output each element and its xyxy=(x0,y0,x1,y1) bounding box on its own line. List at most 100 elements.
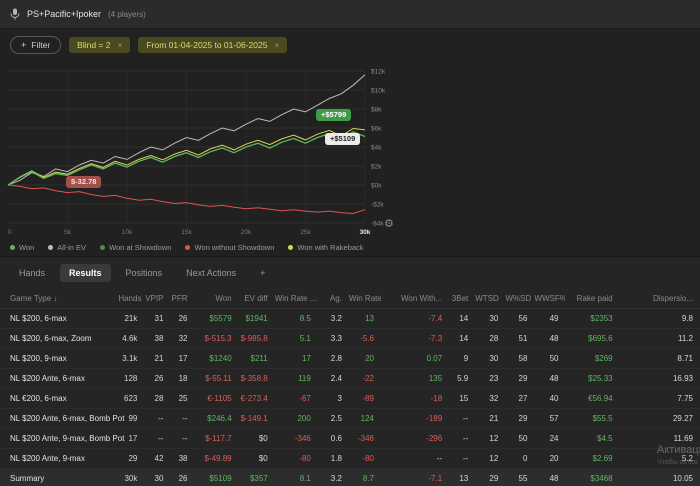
stat-cell: $25.33 xyxy=(565,368,620,389)
chip-close-icon[interactable]: × xyxy=(274,40,279,50)
filter-chip-blind[interactable]: Blind = 2 × xyxy=(69,37,131,53)
y-axis-label: $0k xyxy=(371,183,382,190)
legend-item[interactable]: Won without Showdown xyxy=(185,243,274,252)
tab-results[interactable]: Results xyxy=(60,264,111,282)
chart-value-badge: $-32.78 xyxy=(66,176,102,188)
stat-cell: 32 xyxy=(475,388,506,409)
stat-cell: -18 xyxy=(381,388,450,409)
stat-cell: -7.4 xyxy=(381,308,450,329)
stat-cell: 50 xyxy=(505,428,535,449)
chip-close-icon[interactable]: × xyxy=(117,40,122,50)
stat-cell: $5579 xyxy=(194,308,239,329)
mic-icon xyxy=(10,8,20,21)
column-header[interactable]: 3Bet xyxy=(449,289,476,309)
game-type-cell: NL $200 Ante, 6-max, Bomb Pot xyxy=(0,408,124,429)
legend-item[interactable]: Won with Rakeback xyxy=(288,243,364,252)
stat-cell: 49 xyxy=(534,308,566,329)
stat-cell: 8.71 xyxy=(619,348,700,369)
stat-cell: $-55.11 xyxy=(194,368,239,389)
stat-cell: 28 xyxy=(475,328,506,349)
column-header[interactable]: VPIP xyxy=(144,289,171,309)
tab-positions[interactable]: Positions xyxy=(117,264,172,282)
column-header[interactable]: Win Rate ... xyxy=(274,289,318,309)
chip-label: Blind = 2 xyxy=(77,40,111,50)
stat-cell: -- xyxy=(449,448,476,469)
stat-cell: -80 xyxy=(274,448,318,469)
stat-cell: $-149.1 xyxy=(238,408,275,429)
stat-cell: 29 xyxy=(505,408,535,429)
column-header[interactable]: Rake paid xyxy=(565,289,620,309)
add-filter-button[interactable]: + Filter xyxy=(10,36,62,54)
stat-cell: 29.27 xyxy=(619,408,700,429)
stat-cell: -7.3 xyxy=(381,328,450,349)
column-header[interactable]: Won xyxy=(194,289,239,309)
stat-cell: $357 xyxy=(238,468,275,486)
table-row[interactable]: NL $200 Ante, 9-max, Bomb Pot 17 -- -- $-117… xyxy=(0,428,700,449)
tab-hands[interactable]: Hands xyxy=(10,264,54,282)
stat-cell: 21 xyxy=(475,408,506,429)
game-type-cell: NL $200, 6-max, Zoom xyxy=(0,328,119,349)
table-row[interactable]: NL $200, 6-max, Zoom 4.6k 38 32 $-515.3 $-985… xyxy=(0,328,700,349)
stat-cell: -- xyxy=(381,448,450,469)
column-header[interactable]: Hands xyxy=(118,289,145,309)
add-tab-button[interactable]: + xyxy=(251,264,274,282)
winnings-chart-svg[interactable]: $12k $10k $8k $6k $4k $2k $0k -$2k -$4k 0 5k 10k 15k… xyxy=(0,61,420,239)
stat-cell: 18 xyxy=(170,368,195,389)
table-row[interactable]: NL $200 Ante, 6-max, Bomb Pot 99 -- -- $246.… xyxy=(0,408,700,429)
table-row[interactable]: NL $200, 9-max 3.1k 21 17 $1240 $211 17 2.8 20 0.… xyxy=(0,348,700,369)
stat-cell: 50 xyxy=(534,348,566,369)
column-header[interactable]: Ag. xyxy=(317,289,349,309)
stat-cell: 3.2 xyxy=(317,308,349,329)
stat-cell: 31 xyxy=(144,308,171,329)
stat-cell: 26 xyxy=(170,468,195,486)
game-type-cell: NL $200, 6-max xyxy=(0,308,119,329)
tab-next-actions[interactable]: Next Actions xyxy=(177,264,245,282)
legend-item[interactable]: Won xyxy=(10,243,34,252)
stat-cell: 9.8 xyxy=(619,308,700,329)
column-header[interactable]: EV diff xyxy=(238,289,275,309)
x-axis-label: 20k xyxy=(241,229,252,236)
column-header[interactable]: Game Type ↓ xyxy=(0,289,119,309)
column-header[interactable]: WWSF% xyxy=(534,289,566,309)
stat-cell: 57 xyxy=(534,408,566,429)
stat-cell: $4.5 xyxy=(565,428,620,449)
winnings-chart[interactable]: $12k $10k $8k $6k $4k $2k $0k -$2k -$4k 0 5k 10k 15k… xyxy=(0,61,420,239)
legend-dot-icon xyxy=(100,244,106,250)
filter-chip-date-range[interactable]: From 01-04-2025 to 01-06-2025 × xyxy=(138,37,288,53)
column-header[interactable]: PFR xyxy=(170,289,195,309)
plus-icon: + xyxy=(21,40,27,50)
chart-legend: Won All-in EV Won at Showdown Won without S… xyxy=(0,239,700,255)
column-header[interactable]: W%SD xyxy=(505,289,535,309)
table-row[interactable]: NL $200 Ante, 9-max 29 42 38 $-49.89 $0 -80 1.8… xyxy=(0,448,700,469)
stat-cell: 30 xyxy=(475,308,506,329)
stat-cell: 2.8 xyxy=(317,348,349,369)
legend-item[interactable]: Won at Showdown xyxy=(100,243,171,252)
stat-cell: -346 xyxy=(274,428,318,449)
legend-item[interactable]: All-in EV xyxy=(48,243,86,252)
summary-row[interactable]: Summary 30k 30 26 $5109 $357 8.1 3.2 8.7 -7.1 13 29… xyxy=(0,468,700,486)
stat-cell: 38 xyxy=(144,328,171,349)
table-row[interactable]: NL €200, 6-max 623 28 25 €-1105 €-273.4 -67 3 -8… xyxy=(0,388,700,409)
game-type-cell: NL $200 Ante, 9-max xyxy=(0,448,119,469)
player-pool-title[interactable]: PS+Pacific+Ipoker xyxy=(27,9,101,19)
table-row[interactable]: NL $200 Ante, 6-max 128 26 18 $-55.11 $-358.8… xyxy=(0,368,700,389)
game-type-cell: NL €200, 6-max xyxy=(0,388,119,409)
column-header[interactable]: WTSD xyxy=(475,289,506,309)
stat-cell: -- xyxy=(144,408,171,429)
stat-cell: 11.2 xyxy=(619,328,700,349)
stat-cell: $-515.3 xyxy=(194,328,239,349)
chart-settings-gear-icon[interactable]: ⚙ xyxy=(384,217,394,230)
stat-cell: 12 xyxy=(475,448,506,469)
stat-cell: -- xyxy=(170,428,195,449)
stat-cell: 38 xyxy=(170,448,195,469)
stat-cell: 2.4 xyxy=(317,368,349,389)
stat-cell: 9 xyxy=(449,348,476,369)
stat-cell: $0 xyxy=(238,448,275,469)
stat-cell: 13 xyxy=(348,308,381,329)
y-axis-label: $6k xyxy=(371,126,382,133)
column-header[interactable]: Won With... xyxy=(381,289,450,309)
column-header[interactable]: Dispersio... xyxy=(619,289,700,309)
column-header[interactable]: Win Rate,... xyxy=(348,289,381,309)
legend-label: Won xyxy=(19,242,35,252)
table-row[interactable]: NL $200, 6-max 21k 31 26 $5579 $1941 8.5 3.2 13-… xyxy=(0,308,700,329)
